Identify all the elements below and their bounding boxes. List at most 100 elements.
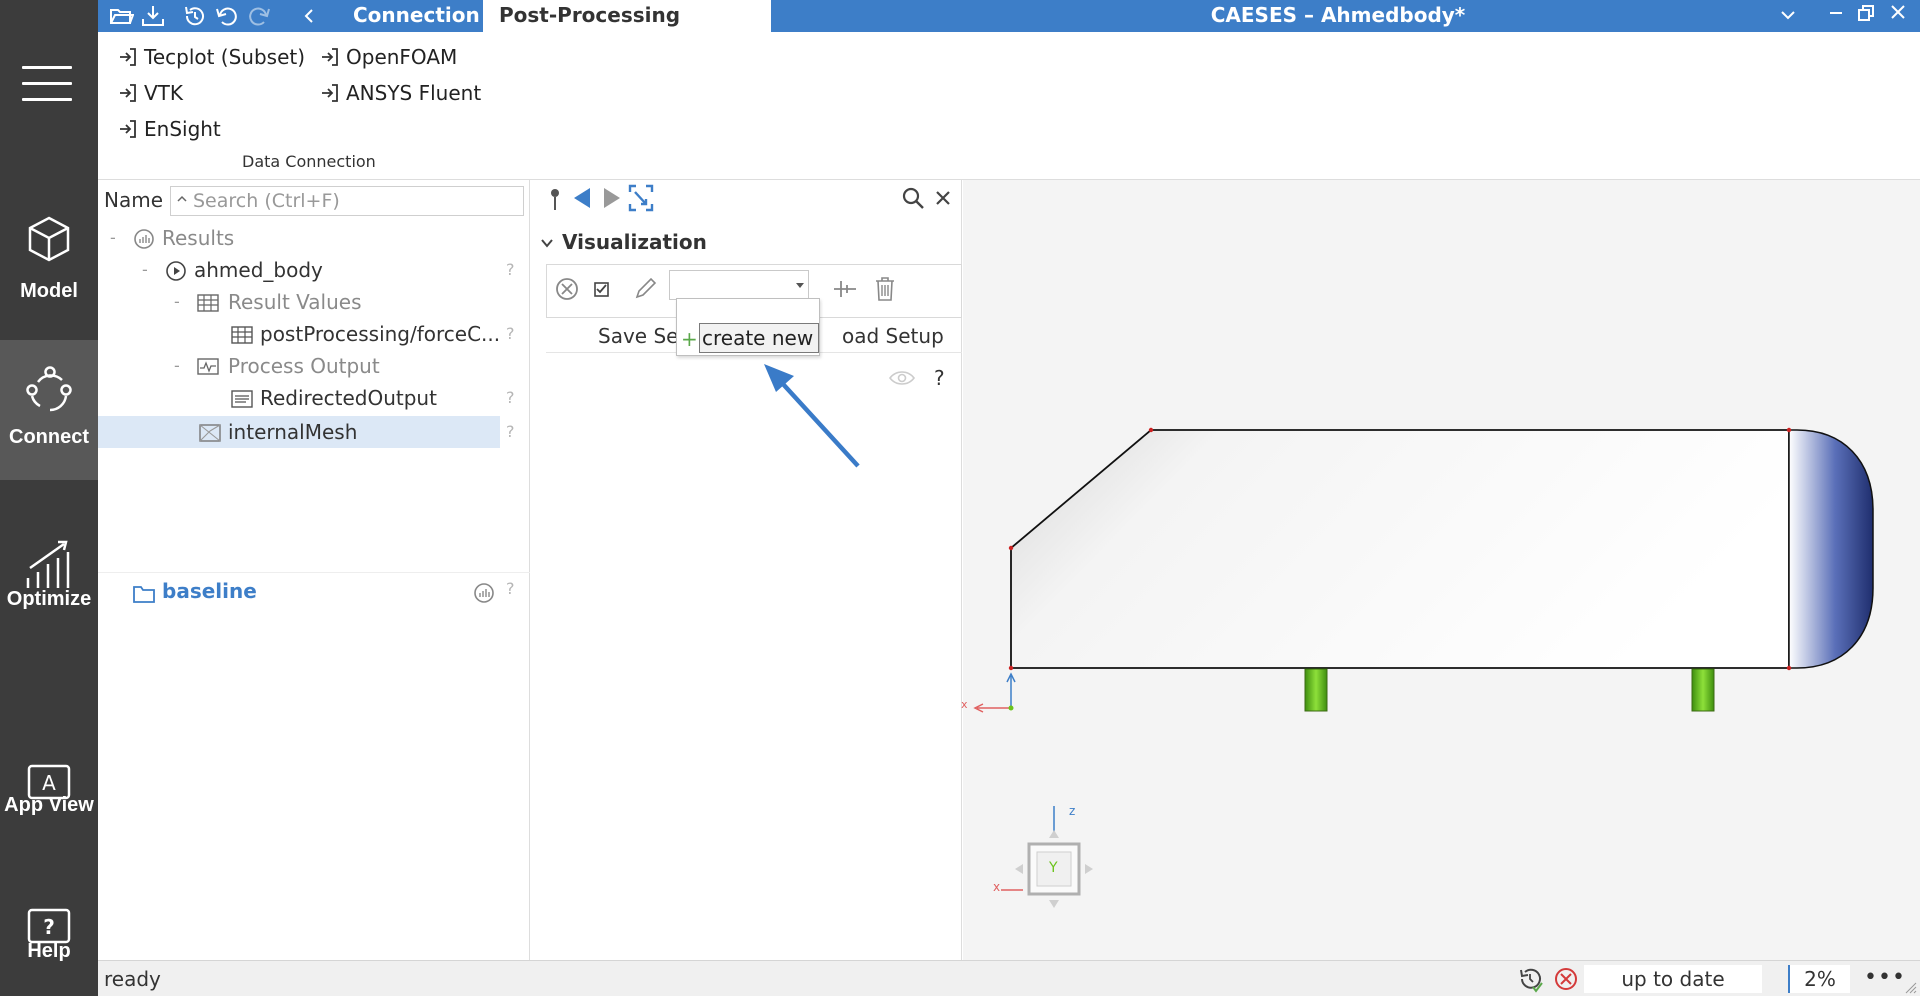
nav-help-label: Help bbox=[27, 940, 71, 962]
tree-item-label: postProcessing/forceC... bbox=[260, 322, 501, 346]
help-mark[interactable]: ? bbox=[506, 254, 515, 286]
project-baseline-label: baseline bbox=[162, 579, 257, 603]
close-window-icon[interactable] bbox=[1888, 0, 1908, 32]
save-download-icon[interactable] bbox=[140, 3, 166, 29]
cube-icon bbox=[28, 216, 70, 262]
pencil-icon[interactable] bbox=[629, 273, 661, 305]
table-icon bbox=[197, 294, 219, 312]
history-icon[interactable] bbox=[182, 3, 208, 29]
create-new-option[interactable]: create new bbox=[699, 323, 819, 353]
close-icon[interactable] bbox=[930, 184, 956, 212]
title-bar: Connection Post-Processing CAESES – Ahme… bbox=[98, 0, 1920, 32]
tab-connection[interactable]: Connection bbox=[337, 0, 496, 32]
search-icon[interactable] bbox=[900, 184, 926, 212]
import-icon bbox=[120, 84, 136, 102]
back-arrow-icon[interactable] bbox=[570, 184, 596, 212]
setup-dropdown-list: + create new bbox=[676, 298, 820, 356]
tree-item-postprocessing[interactable]: postProcessing/forceC... ? bbox=[98, 318, 530, 350]
search-input[interactable] bbox=[170, 186, 524, 216]
nav-appview-label: App View bbox=[4, 794, 94, 816]
resize-grip-icon[interactable] bbox=[1904, 981, 1918, 995]
error-circle-icon[interactable] bbox=[1552, 965, 1580, 993]
add-setup-icon[interactable] bbox=[829, 273, 861, 305]
import-openfoam-button[interactable]: OpenFOAM bbox=[320, 42, 457, 72]
chevron-left-icon[interactable] bbox=[296, 3, 322, 29]
trash-icon[interactable] bbox=[869, 273, 901, 305]
hamburger-menu-icon[interactable] bbox=[22, 66, 72, 106]
load-setup-label[interactable]: oad Setup bbox=[842, 324, 944, 348]
tab-post-processing[interactable]: Post-Processing bbox=[483, 0, 771, 32]
history-clock-icon[interactable] bbox=[1516, 965, 1544, 993]
checkbox-icon[interactable] bbox=[585, 273, 617, 305]
tree-item-process-output[interactable]: - Process Output bbox=[98, 350, 530, 382]
tree-item-result-values[interactable]: - Result Values bbox=[98, 286, 530, 318]
help-mark[interactable]: ? bbox=[506, 579, 515, 598]
undo-icon[interactable] bbox=[214, 3, 240, 29]
tree-item-label: Process Output bbox=[228, 354, 380, 378]
axis-x-label: x bbox=[961, 698, 968, 711]
import-openfoam-label: OpenFOAM bbox=[346, 45, 458, 69]
pin-icon[interactable] bbox=[542, 184, 568, 212]
redo-icon[interactable] bbox=[246, 3, 272, 29]
nav-model-button[interactable]: Model bbox=[0, 190, 98, 330]
nav-connect-button[interactable]: Connect bbox=[0, 340, 98, 480]
nav-help-button[interactable]: ? Help bbox=[0, 866, 98, 1006]
update-status: up to date bbox=[1584, 965, 1762, 993]
project-baseline[interactable]: baseline ? bbox=[98, 572, 530, 612]
tree-item-redirected-output[interactable]: RedirectedOutput ? bbox=[98, 382, 530, 414]
eye-icon[interactable] bbox=[888, 368, 916, 388]
left-navigation: Model Connect Optimize A App View ? Help bbox=[0, 0, 98, 996]
help-mark[interactable]: ? bbox=[506, 382, 515, 414]
save-setup-label[interactable]: Save Set bbox=[598, 324, 686, 348]
restore-icon[interactable] bbox=[1856, 0, 1876, 32]
app-view-icon: A bbox=[27, 764, 71, 800]
help-mark[interactable]: ? bbox=[506, 318, 515, 350]
collapse-toggle[interactable]: - bbox=[174, 350, 180, 382]
import-icon bbox=[120, 120, 136, 138]
play-circle-icon bbox=[166, 261, 186, 281]
clear-circle-x-icon[interactable] bbox=[551, 273, 583, 305]
import-vtk-label: VTK bbox=[144, 81, 184, 105]
import-tecplot-button[interactable]: Tecplot (Subset) bbox=[118, 42, 305, 72]
connect-nodes-icon bbox=[26, 366, 72, 412]
minimize-icon[interactable] bbox=[1826, 0, 1846, 32]
app-title: CAESES – Ahmedbody* bbox=[1210, 3, 1466, 27]
tree-item-results[interactable]: - Results bbox=[98, 222, 530, 254]
select-target-icon[interactable] bbox=[628, 184, 654, 212]
tree-item-label: Results bbox=[162, 226, 235, 250]
ribbon-group-label: Data Connection bbox=[242, 152, 376, 171]
import-tecplot-label: Tecplot (Subset) bbox=[144, 45, 306, 69]
import-vtk-button[interactable]: VTK bbox=[118, 78, 183, 108]
nav-optimize-button[interactable]: Optimize bbox=[0, 510, 98, 650]
tree-item-label: internalMesh bbox=[228, 420, 358, 444]
help-mark[interactable]: ? bbox=[506, 422, 515, 441]
nav-appview-button[interactable]: A App View bbox=[0, 720, 98, 860]
svg-text:?: ? bbox=[43, 915, 55, 939]
collapse-toggle[interactable]: - bbox=[142, 254, 148, 286]
visualization-title: Visualization bbox=[562, 230, 707, 254]
results-gauge-icon[interactable] bbox=[472, 581, 496, 605]
3d-viewport[interactable]: x z x Y bbox=[961, 180, 1920, 960]
tree-item-internal-mesh[interactable]: internalMesh bbox=[98, 416, 500, 448]
chevron-down-icon[interactable] bbox=[1778, 0, 1798, 32]
help-mark[interactable]: ? bbox=[934, 366, 945, 390]
zoom-level: 2% bbox=[1788, 965, 1850, 993]
open-folder-icon[interactable] bbox=[108, 3, 134, 29]
import-ensight-button[interactable]: EnSight bbox=[118, 114, 221, 144]
collapse-toggle[interactable]: - bbox=[174, 286, 180, 318]
folder-icon bbox=[133, 586, 155, 603]
process-monitor-icon bbox=[197, 358, 219, 375]
annotation-arrow-icon bbox=[764, 364, 860, 468]
collapse-toggle[interactable]: - bbox=[110, 222, 116, 254]
help-icon: ? bbox=[27, 908, 71, 944]
more-options-icon[interactable]: ••• bbox=[1864, 965, 1906, 990]
forward-arrow-icon[interactable] bbox=[598, 184, 624, 212]
tree-item-ahmed-body[interactable]: - ahmed_body ? bbox=[98, 254, 530, 286]
setup-combo-box[interactable] bbox=[669, 270, 809, 300]
collapse-caret-icon[interactable] bbox=[540, 238, 554, 248]
import-fluent-button[interactable]: ANSYS Fluent bbox=[320, 78, 481, 108]
view-cube-face-label[interactable]: Y bbox=[1049, 860, 1058, 876]
tree-item-label: Result Values bbox=[228, 290, 362, 314]
axis-x-label: x bbox=[993, 880, 1001, 894]
chevron-up-icon[interactable] bbox=[176, 193, 188, 205]
